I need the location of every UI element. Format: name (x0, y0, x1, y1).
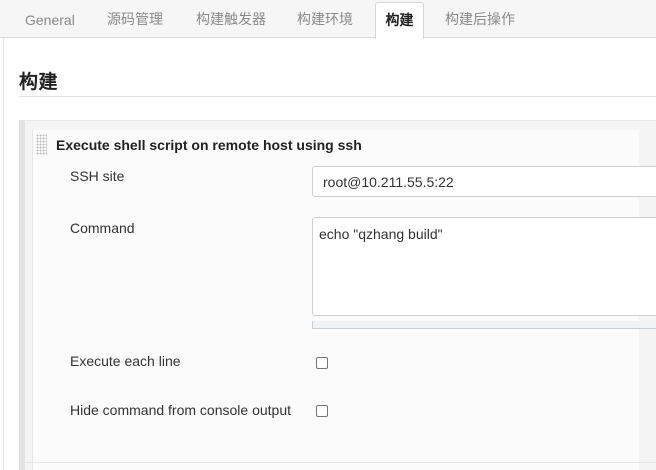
textarea-resize-handle[interactable] (312, 321, 656, 329)
section-divider (19, 96, 656, 97)
build-step-divider (26, 462, 656, 463)
command-textarea[interactable]: echo "qzhang build" (312, 217, 656, 316)
ssh-site-field[interactable] (312, 166, 656, 197)
hide-command-checkbox[interactable] (316, 405, 328, 417)
tab-build[interactable]: 构建 (375, 2, 424, 39)
tab-post-build-actions[interactable]: 构建后操作 (445, 0, 515, 38)
config-tab-bar: General 源码管理 构建触发器 构建环境 构建 构建后操作 (0, 0, 656, 39)
section-title: 构建 (19, 71, 59, 93)
command-label: Command (70, 220, 135, 236)
build-step-title: Execute shell script on remote host usin… (56, 137, 362, 153)
hide-command-label: Hide command from console output (70, 402, 291, 418)
tab-general[interactable]: General (25, 0, 75, 38)
tab-build-environment[interactable]: 构建环境 (297, 0, 353, 38)
ssh-site-label: SSH site (70, 168, 125, 184)
tab-build-triggers[interactable]: 构建触发器 (196, 0, 266, 38)
page-left-border (3, 38, 4, 470)
execute-each-line-label: Execute each line (70, 353, 181, 369)
tab-source-code-management[interactable]: 源码管理 (107, 0, 163, 38)
drag-handle-icon[interactable] (36, 134, 47, 155)
execute-each-line-checkbox[interactable] (316, 357, 328, 369)
